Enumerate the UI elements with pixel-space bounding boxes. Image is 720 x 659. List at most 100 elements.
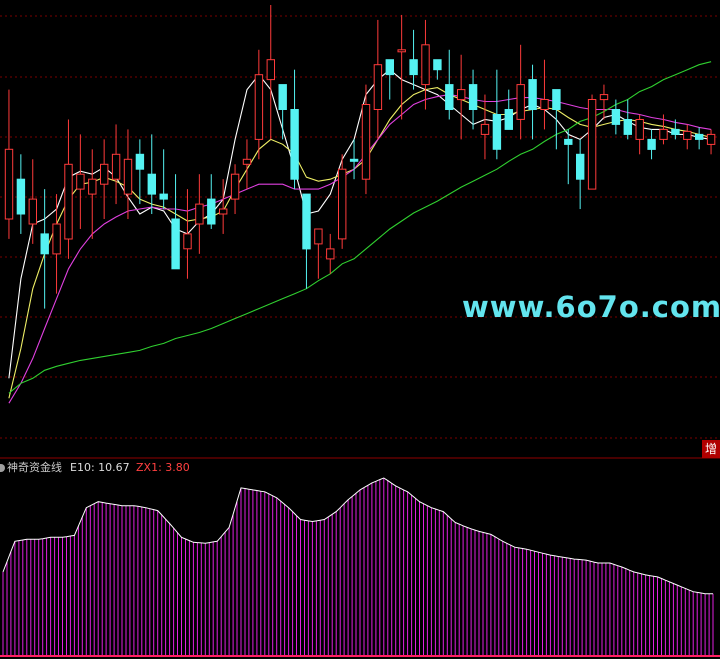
indicator-e10-value: E10: 10.67 xyxy=(70,461,130,474)
candle-body xyxy=(302,193,311,250)
candle-21 xyxy=(254,49,264,160)
candle-body xyxy=(623,119,632,135)
price-grid xyxy=(0,15,720,459)
candle-12 xyxy=(147,134,157,215)
candle-7 xyxy=(88,149,97,239)
candle-body xyxy=(219,208,228,215)
candle-body xyxy=(433,59,442,71)
candle-body xyxy=(242,158,252,165)
candle-body xyxy=(647,138,656,150)
candle-body xyxy=(468,84,478,110)
candle-13 xyxy=(159,149,168,210)
candle-10 xyxy=(123,129,133,219)
candle-body xyxy=(195,203,204,225)
candle-45 xyxy=(540,59,549,130)
candle-body xyxy=(421,44,430,86)
candle-52 xyxy=(623,99,632,140)
candle-53 xyxy=(635,114,644,155)
candle-38 xyxy=(457,54,466,140)
candle-42 xyxy=(504,89,514,130)
candle-body xyxy=(516,84,525,120)
watermark: www.6o7o.com xyxy=(462,290,720,324)
candle-body xyxy=(16,178,26,215)
ma-line-green xyxy=(8,61,712,394)
candle-body xyxy=(564,138,573,145)
increase-badge[interactable]: 增 xyxy=(702,440,720,458)
candle-4 xyxy=(52,194,61,294)
candle-body xyxy=(611,109,621,125)
candle-body xyxy=(659,128,668,140)
candle-body xyxy=(445,84,454,110)
candle-40 xyxy=(480,94,490,160)
candle-body xyxy=(135,153,145,170)
candle-body xyxy=(290,109,299,180)
candle-body xyxy=(587,99,597,190)
candle-body xyxy=(4,148,14,220)
candle-body xyxy=(385,59,395,76)
candle-2 xyxy=(28,159,38,244)
candle-body xyxy=(326,248,335,260)
candle-8 xyxy=(100,139,109,219)
candle-body xyxy=(159,193,168,200)
candle-23 xyxy=(278,84,287,140)
candle-1 xyxy=(16,154,26,234)
candle-25 xyxy=(302,193,311,289)
candle-57 xyxy=(683,124,692,150)
candle-body xyxy=(480,123,490,135)
candle-body xyxy=(635,119,644,140)
candle-body xyxy=(64,163,73,240)
candlestick-series xyxy=(4,4,716,309)
candle-24 xyxy=(290,69,299,190)
candle-body xyxy=(171,218,180,270)
candle-body xyxy=(540,99,549,110)
candle-6 xyxy=(76,134,85,229)
indicator-envelope-line xyxy=(2,477,713,595)
ma-line-magenta xyxy=(8,94,712,404)
candle-46 xyxy=(552,89,561,150)
candle-54 xyxy=(647,129,656,160)
candle-body xyxy=(695,133,704,140)
candle-body xyxy=(111,153,121,180)
candle-body xyxy=(123,158,133,195)
candle-41 xyxy=(492,69,502,160)
ma-line-white xyxy=(8,68,712,379)
ma-line-yellow xyxy=(8,87,712,399)
candle-59 xyxy=(706,129,716,155)
candle-body xyxy=(28,198,38,225)
candle-31 xyxy=(373,19,383,140)
candle-5 xyxy=(64,119,73,259)
indicator-bars xyxy=(2,478,714,656)
candle-body xyxy=(207,198,216,225)
candle-15 xyxy=(183,189,192,279)
candle-body xyxy=(373,64,383,110)
candle-32 xyxy=(385,59,395,100)
candle-body xyxy=(397,49,406,53)
candle-body xyxy=(266,59,276,81)
candle-body xyxy=(88,178,97,195)
indicator-name: 神奇资金线 xyxy=(7,461,62,474)
candle-body xyxy=(576,153,585,180)
candle-16 xyxy=(195,174,204,254)
candle-44 xyxy=(528,64,537,140)
candle-body xyxy=(349,158,359,162)
candle-body xyxy=(504,109,514,130)
candle-17 xyxy=(207,174,216,229)
candle-43 xyxy=(516,44,525,140)
candle-58 xyxy=(695,127,704,150)
candle-body xyxy=(361,104,371,180)
moving-average-lines xyxy=(8,61,712,404)
candle-body xyxy=(671,128,680,135)
candle-22 xyxy=(266,4,276,140)
candle-27 xyxy=(326,233,335,274)
candle-48 xyxy=(576,139,585,210)
candle-body xyxy=(599,94,609,101)
candle-34 xyxy=(409,29,418,90)
candle-47 xyxy=(564,129,573,185)
candle-body xyxy=(76,173,85,190)
candle-body xyxy=(457,89,466,101)
candle-39 xyxy=(468,69,478,130)
candle-50 xyxy=(599,84,609,120)
candle-9 xyxy=(111,124,121,205)
candle-3 xyxy=(40,189,49,309)
indicator-zx1-value: ZX1: 3.80 xyxy=(136,461,190,474)
